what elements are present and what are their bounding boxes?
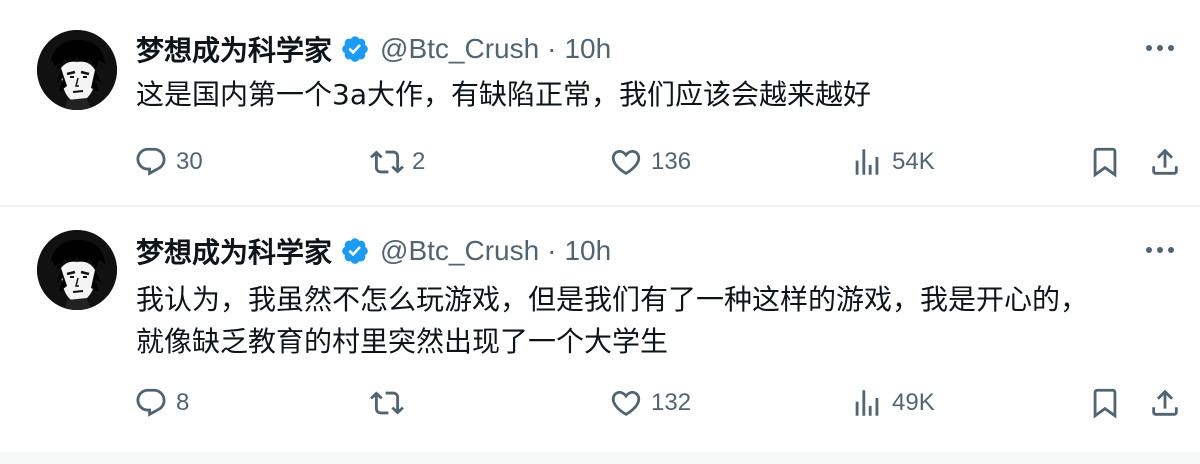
share-button[interactable] xyxy=(1148,383,1182,423)
reply-count: 30 xyxy=(176,148,203,175)
like-button[interactable]: 132 xyxy=(609,383,691,423)
bookmark-icon xyxy=(1093,388,1117,419)
tweet-card-1[interactable]: 梦想成为科学家 @Btc_Crush · 10h 这是国内第一个3a大作，有缺陷… xyxy=(0,0,1200,205)
tweet-text-line: 我认为，我虽然不怎么玩游戏，但是我们有了一种这样的游戏，我是开心的， xyxy=(136,283,1089,316)
avatar[interactable] xyxy=(37,230,117,310)
timestamp[interactable]: 10h xyxy=(564,235,611,267)
retweet-icon xyxy=(370,150,404,174)
share-button[interactable] xyxy=(1148,142,1182,182)
like-button[interactable]: 136 xyxy=(609,142,691,182)
like-count: 136 xyxy=(651,148,692,175)
avatar[interactable] xyxy=(37,30,117,110)
like-heart-icon xyxy=(611,149,641,175)
separator-dot: · xyxy=(547,33,557,64)
reply-count: 8 xyxy=(176,389,190,416)
views-chart-icon xyxy=(855,390,879,416)
tweet-header: 梦想成为科学家 @Btc_Crush · 10h xyxy=(136,29,611,69)
verified-badge-icon[interactable] xyxy=(340,236,370,266)
user-handle[interactable]: @Btc_Crush xyxy=(380,235,539,267)
like-count: 132 xyxy=(651,389,692,416)
more-options-icon[interactable] xyxy=(1140,235,1180,265)
tweet-actions: 8 132 49K xyxy=(0,383,1200,423)
divider xyxy=(0,452,1200,464)
tweet-text-line: 就像缺乏教育的村里突然出现了一个大学生 xyxy=(136,325,669,358)
display-name[interactable]: 梦想成为科学家 xyxy=(136,29,332,69)
reply-icon xyxy=(136,147,166,176)
reply-button[interactable]: 8 xyxy=(134,383,189,423)
retweet-icon xyxy=(370,391,404,415)
share-icon xyxy=(1152,389,1178,416)
bookmark-icon xyxy=(1093,147,1117,178)
separator-dot: · xyxy=(547,235,557,266)
tweet-text: 这是国内第一个3a大作，有缺陷正常，我们应该会越来越好 xyxy=(136,74,871,116)
like-heart-icon xyxy=(611,390,641,416)
tweet-actions: 30 2 136 54K xyxy=(0,142,1200,182)
bookmark-button[interactable] xyxy=(1088,142,1122,182)
tweet-card-2[interactable]: 梦想成为科学家 @Btc_Crush · 10h 我认为，我虽然不怎么玩游戏，但… xyxy=(0,207,1200,452)
views-chart-icon xyxy=(855,149,879,175)
retweet-count: 2 xyxy=(412,148,426,175)
tweet-text-line: 这是国内第一个3a大作，有缺陷正常，我们应该会越来越好 xyxy=(136,78,871,111)
display-name[interactable]: 梦想成为科学家 xyxy=(136,231,332,271)
reply-button[interactable]: 30 xyxy=(134,142,203,182)
reply-icon xyxy=(136,388,166,417)
retweet-button[interactable]: 2 xyxy=(370,142,425,182)
views-count: 49K xyxy=(892,389,935,416)
tweet-text: 我认为，我虽然不怎么玩游戏，但是我们有了一种这样的游戏，我是开心的， 就像缺乏教… xyxy=(136,279,1088,363)
retweet-button[interactable] xyxy=(370,383,412,423)
share-icon xyxy=(1152,148,1178,175)
anime-portrait-avatar-icon xyxy=(37,230,117,310)
timestamp[interactable]: 10h xyxy=(564,33,611,65)
more-options-icon[interactable] xyxy=(1140,33,1180,63)
bookmark-button[interactable] xyxy=(1088,383,1122,423)
tweet-header: 梦想成为科学家 @Btc_Crush · 10h xyxy=(136,231,611,271)
views-button[interactable]: 49K xyxy=(850,383,935,423)
user-handle[interactable]: @Btc_Crush xyxy=(380,33,539,65)
views-button[interactable]: 54K xyxy=(850,142,935,182)
verified-badge-icon[interactable] xyxy=(340,34,370,64)
anime-portrait-avatar-icon xyxy=(37,30,117,110)
views-count: 54K xyxy=(892,148,935,175)
